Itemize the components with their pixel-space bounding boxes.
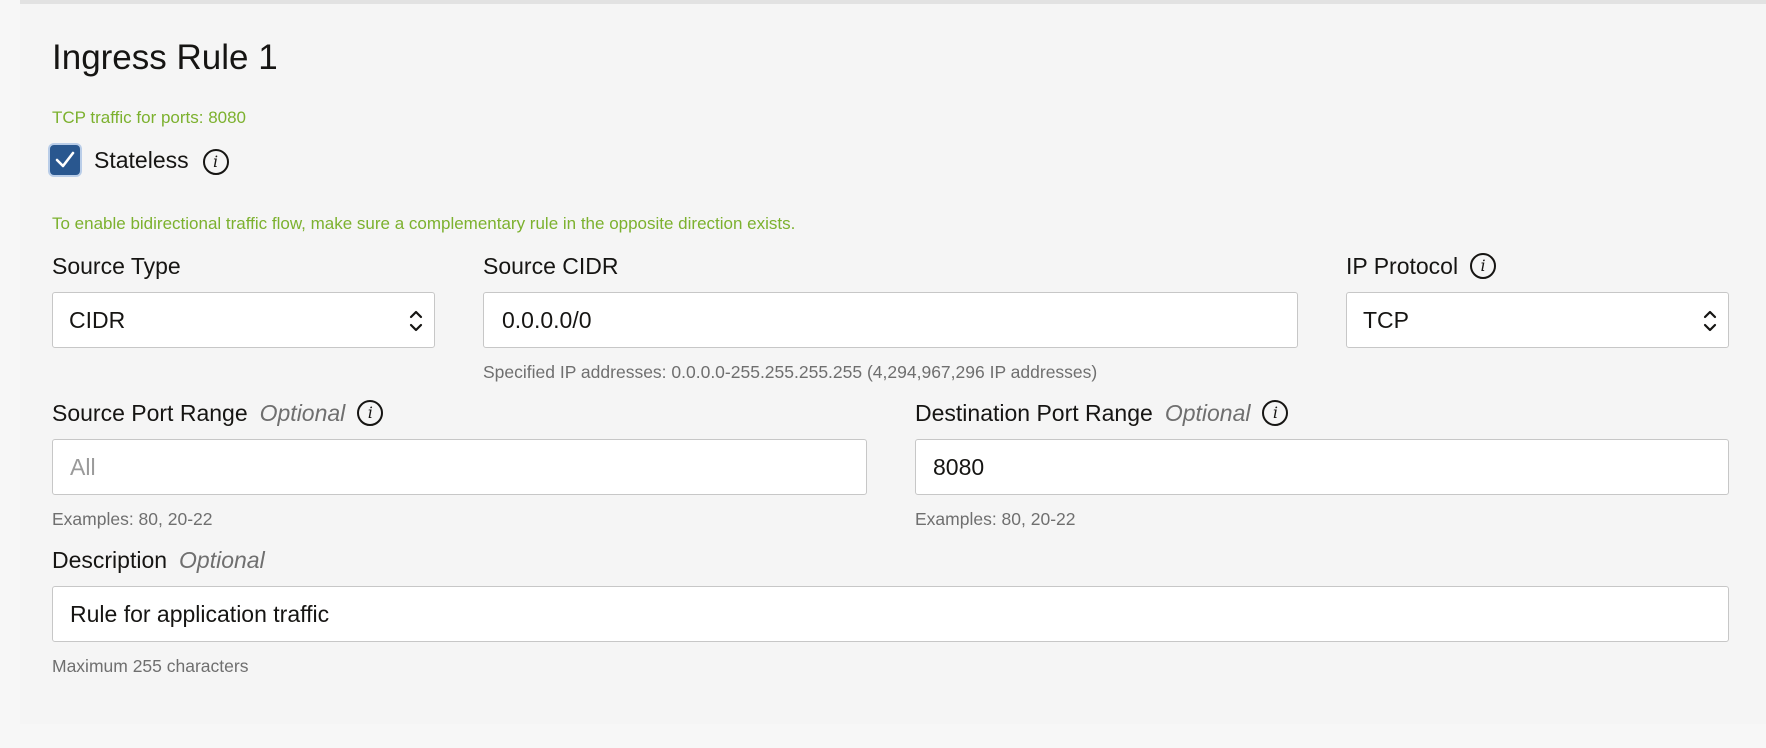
optional-tag: Optional <box>179 546 265 573</box>
source-type-select[interactable]: CIDR <box>52 292 435 348</box>
description-input[interactable]: Rule for application traffic <box>52 586 1729 642</box>
optional-tag: Optional <box>259 399 346 426</box>
rule-summary: TCP traffic for ports: 8080 <box>52 108 247 127</box>
select-arrows-icon <box>409 310 423 332</box>
optional-tag: Optional <box>1164 399 1251 426</box>
source-port-info-icon[interactable]: i <box>357 400 384 426</box>
destination-port-range-helper: Examples: 80, 20-22 <box>915 509 1076 529</box>
checkmark-icon <box>55 151 75 168</box>
source-cidr-value: 0.0.0.0/0 <box>502 306 592 333</box>
source-type-field: Source Type CIDR <box>52 250 435 348</box>
ip-protocol-info-icon[interactable]: i <box>1470 253 1497 279</box>
description-helper: Maximum 255 characters <box>52 656 249 676</box>
source-port-range-placeholder: All <box>70 453 96 480</box>
destination-port-range-label: Destination Port Range Optional i <box>915 397 1729 429</box>
stateless-label[interactable]: Stateless <box>94 147 189 174</box>
source-cidr-helper: Specified IP addresses: 0.0.0.0-255.255.… <box>483 362 1098 382</box>
source-port-range-helper: Examples: 80, 20-22 <box>52 509 213 529</box>
stateless-info-icon[interactable]: i <box>202 149 229 175</box>
bidirectional-note: To enable bidirectional traffic flow, ma… <box>52 214 796 233</box>
rule-title: Ingress Rule 1 <box>52 38 278 77</box>
source-port-range-input[interactable]: All <box>52 439 867 495</box>
ip-protocol-label: IP Protocol i <box>1346 250 1729 282</box>
ip-protocol-value: TCP <box>1363 306 1409 333</box>
destination-port-range-input[interactable]: 8080 <box>915 439 1729 495</box>
source-cidr-label: Source CIDR <box>483 252 619 279</box>
ip-protocol-field: IP Protocol i TCP <box>1346 250 1729 348</box>
destination-port-range-field: Destination Port Range Optional i 8080 E… <box>915 397 1729 530</box>
source-type-value: CIDR <box>69 306 126 333</box>
description-field: Description Optional Rule for applicatio… <box>52 544 1729 677</box>
description-value: Rule for application traffic <box>70 600 330 627</box>
destination-port-range-value: 8080 <box>933 453 985 480</box>
stateless-checkbox-row: Stateless i <box>50 144 229 176</box>
stateless-checkbox[interactable] <box>50 145 80 175</box>
ip-protocol-select[interactable]: TCP <box>1346 292 1729 348</box>
select-arrows-icon <box>1703 310 1717 332</box>
source-port-range-field: Source Port Range Optional i All Example… <box>52 397 867 530</box>
source-port-range-label: Source Port Range Optional i <box>52 397 867 429</box>
description-label: Description Optional <box>52 546 265 573</box>
source-cidr-field: Source CIDR 0.0.0.0/0 Specified IP addre… <box>483 250 1298 383</box>
destination-port-info-icon[interactable]: i <box>1262 400 1289 426</box>
source-cidr-input[interactable]: 0.0.0.0/0 <box>483 292 1298 348</box>
source-type-label: Source Type <box>52 252 181 279</box>
